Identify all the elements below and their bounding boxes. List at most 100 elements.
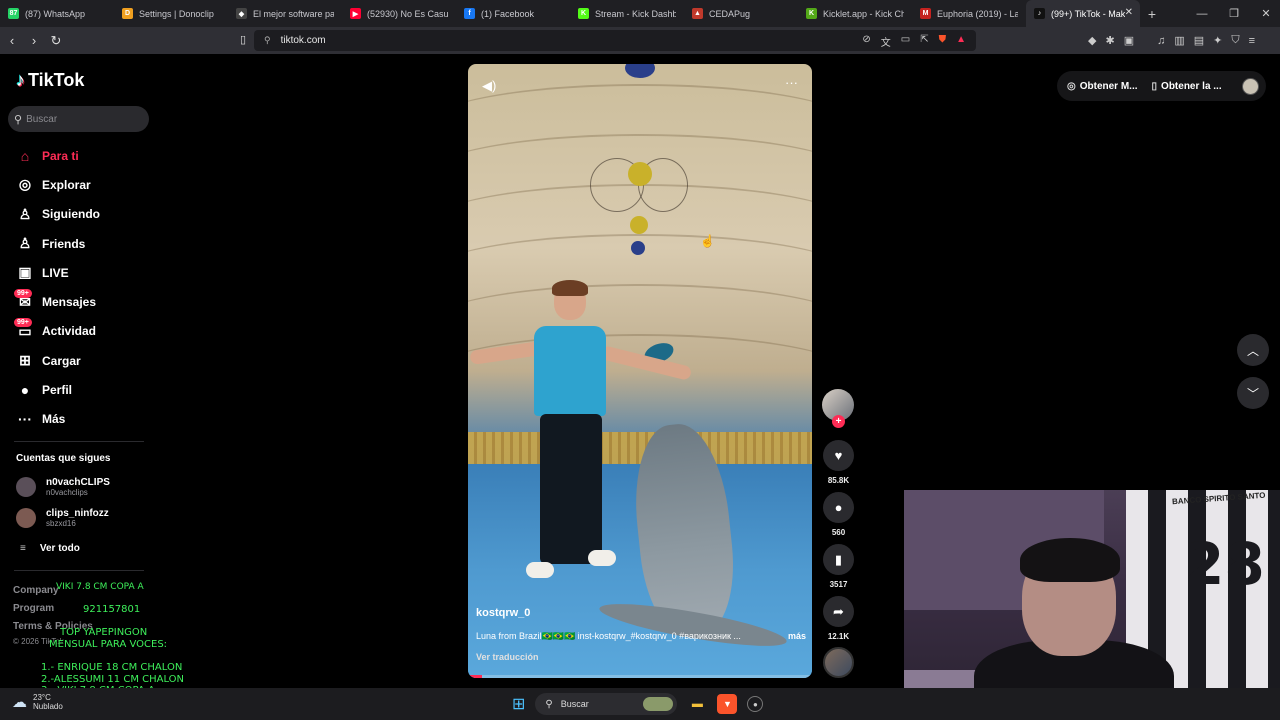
brave-rewards-icon[interactable]: ▲: [956, 34, 966, 49]
wallet-icon[interactable]: ▤: [1194, 34, 1204, 47]
bookmark-icon[interactable]: ▯: [233, 33, 253, 46]
save-button[interactable]: ▮ 3517: [823, 544, 854, 589]
sidebar-item-label: Siguiendo: [42, 207, 100, 222]
browser-tab[interactable]: ▲ CEDAPug: [684, 0, 798, 27]
extension-diamond-icon[interactable]: ◆: [1088, 34, 1096, 47]
sidebar-item-para-ti[interactable]: ⌂ Para ti: [14, 141, 154, 170]
video-description: Luna from Brazil🇧🇷🇧🇷🇧🇷 inst-kostqrw_#kos…: [476, 631, 741, 641]
browser-tab[interactable]: ◆ El mejor software para: [228, 0, 342, 27]
forward-icon[interactable]: ›: [24, 33, 44, 48]
weather-widget[interactable]: ☁ 23°C Nublado: [12, 693, 63, 711]
sidebar-item-m-s[interactable]: ··· Más: [14, 405, 154, 434]
cast-icon[interactable]: ▭: [901, 34, 910, 49]
vpn-icon[interactable]: ⛉: [1231, 34, 1239, 47]
get-coins-button[interactable]: ◎ Obtener M...: [1067, 81, 1138, 92]
reload-icon[interactable]: ↻: [46, 33, 66, 49]
search-placeholder: Buscar: [26, 113, 58, 125]
minimize-icon[interactable]: —: [1186, 8, 1218, 20]
search-icon: ⚲: [14, 113, 23, 126]
donoclip-icon: D: [122, 8, 133, 19]
following-account[interactable]: n0vachCLIPS n0vachclips: [16, 477, 110, 497]
close-tab-icon[interactable]: ✕: [1125, 7, 1133, 18]
share-icon[interactable]: ⇱: [920, 34, 928, 49]
search-highlight-icon: [643, 697, 674, 711]
following-account[interactable]: clips_ninfozz sbzxd16: [16, 508, 109, 528]
tiktok-logo[interactable]: ♪ TikTok: [16, 70, 84, 91]
site-info-icon[interactable]: ⚲: [264, 35, 271, 46]
search-input[interactable]: ⚲ Buscar: [8, 106, 149, 132]
sidebar-item-explorar[interactable]: ◎ Explorar: [14, 170, 154, 199]
user-avatar[interactable]: [1242, 78, 1259, 95]
video-author[interactable]: kostqrw_0: [476, 607, 806, 619]
more-options-icon[interactable]: ···: [785, 75, 798, 90]
video-caption: kostqrw_0 Luna from Brazil🇧🇷🇧🇷🇧🇷 inst-ko…: [476, 607, 806, 662]
music-icon[interactable]: ♫: [1157, 35, 1165, 47]
no-signal-icon[interactable]: ⊘: [862, 34, 870, 49]
software-icon: ◆: [236, 8, 247, 19]
music-disc-icon[interactable]: [823, 647, 854, 678]
video-progress-bar[interactable]: [468, 675, 812, 678]
sidebar-nav: ⌂ Para ti ◎ Explorar ♙ Siguiendo ♙ Friends ▣ LIVE…: [14, 141, 154, 434]
like-button[interactable]: ♥ 85.8K: [823, 440, 854, 485]
browser-tab[interactable]: K Stream - Kick Dashboard: [570, 0, 684, 27]
footer-company-link[interactable]: Company: [13, 585, 59, 596]
translate-icon[interactable]: 文: [881, 34, 891, 49]
share-button[interactable]: ➦ 12.1K: [823, 596, 854, 641]
browser-tab[interactable]: D Settings | Donoclip: [114, 0, 228, 27]
back-icon[interactable]: ‹: [2, 33, 22, 48]
file-explorer-icon[interactable]: ▬: [687, 694, 707, 714]
tab-label: El mejor software para: [253, 8, 334, 19]
more-dots-icon: ···: [18, 411, 32, 428]
sidebar-item-friends[interactable]: ♙ Friends: [14, 229, 154, 258]
extensions-puzzle-icon[interactable]: ✱: [1105, 34, 1114, 47]
sidebar-item-siguiendo[interactable]: ♙ Siguiendo: [14, 200, 154, 229]
screenshot-icon[interactable]: ▣: [1124, 34, 1134, 47]
browser-tab[interactable]: K Kicklet.app - Kick Chat: [798, 0, 912, 27]
follow-plus-icon[interactable]: +: [832, 415, 845, 428]
volume-icon[interactable]: ◀): [482, 78, 496, 94]
obs-icon[interactable]: ●: [747, 696, 764, 712]
browser-tab[interactable]: M Euphoria (2019) - La.M: [912, 0, 1026, 27]
next-video-button[interactable]: ﹀: [1237, 377, 1269, 409]
video-player[interactable]: ◀) ··· ☝ kostqrw_0 Luna from Brazil🇧🇷🇧🇷🇧…: [468, 64, 812, 678]
get-app-button[interactable]: ▯ Obtener la ...: [1152, 81, 1222, 92]
tiktok-wordmark: TikTok: [28, 70, 85, 90]
save-count: 3517: [829, 580, 848, 589]
taskbar-search[interactable]: ⚲ Buscar: [535, 693, 678, 715]
sidebar-item-actividad[interactable]: ▭ 99+ Actividad: [14, 317, 154, 346]
previous-video-button[interactable]: ︿: [1237, 334, 1269, 366]
comment-button[interactable]: ● 560: [823, 492, 854, 537]
browser-tab[interactable]: ▶ (52930) No Es Casualid: [342, 0, 456, 27]
coin-icon: ◎: [1067, 80, 1076, 92]
tab-label: Stream - Kick Dashboard: [595, 8, 676, 19]
footer-program-link[interactable]: Program: [13, 603, 54, 614]
sidebar-item-live[interactable]: ▣ LIVE: [14, 258, 154, 287]
overlay-rank: 2.-ALESSUMI 11 CM CHALON: [41, 674, 185, 685]
brave-browser-icon[interactable]: ▼: [717, 694, 738, 714]
address-bar[interactable]: ⚲ tiktok.com ⊘ 文 ▭ ⇱ ⛊ ▲: [254, 30, 976, 51]
profile-icon: ●: [20, 382, 30, 399]
browser-tab[interactable]: ♪ (99+) TikTok - Mak ✕: [1026, 0, 1140, 27]
close-window-icon[interactable]: ✕: [1250, 7, 1280, 20]
brave-shield-icon[interactable]: ⛊: [939, 34, 947, 49]
sidebar-item-mensajes[interactable]: ✉ 99+ Mensajes: [14, 287, 154, 316]
get-app-label: Obtener la ...: [1161, 80, 1222, 92]
sidebar-icon[interactable]: ▥: [1174, 34, 1184, 47]
sidebar-item-label: LIVE: [42, 265, 69, 280]
browser-tab[interactable]: f (1) Facebook: [456, 0, 570, 27]
maximize-icon[interactable]: ❐: [1218, 7, 1250, 20]
sidebar-item-perfil[interactable]: ● Perfil: [14, 375, 154, 404]
see-more-link[interactable]: más: [788, 631, 806, 642]
leo-ai-icon[interactable]: ✦: [1213, 34, 1222, 47]
share-count: 12.1K: [827, 632, 850, 641]
phone-icon: ▯: [1151, 80, 1158, 92]
friends-icon: ♙: [18, 235, 32, 252]
new-tab-icon[interactable]: +: [1140, 6, 1164, 22]
translate-link[interactable]: Ver traducción: [476, 652, 806, 662]
windows-start-icon[interactable]: ⊞: [512, 694, 525, 714]
browser-tab[interactable]: 87 (87) WhatsApp: [0, 0, 114, 27]
sidebar-item-cargar[interactable]: ⊞ Cargar: [14, 346, 154, 375]
sidebar-divider: [14, 441, 144, 442]
see-all-button[interactable]: ≡ Ver todo: [20, 543, 80, 554]
menu-icon[interactable]: ≡: [1249, 35, 1255, 47]
